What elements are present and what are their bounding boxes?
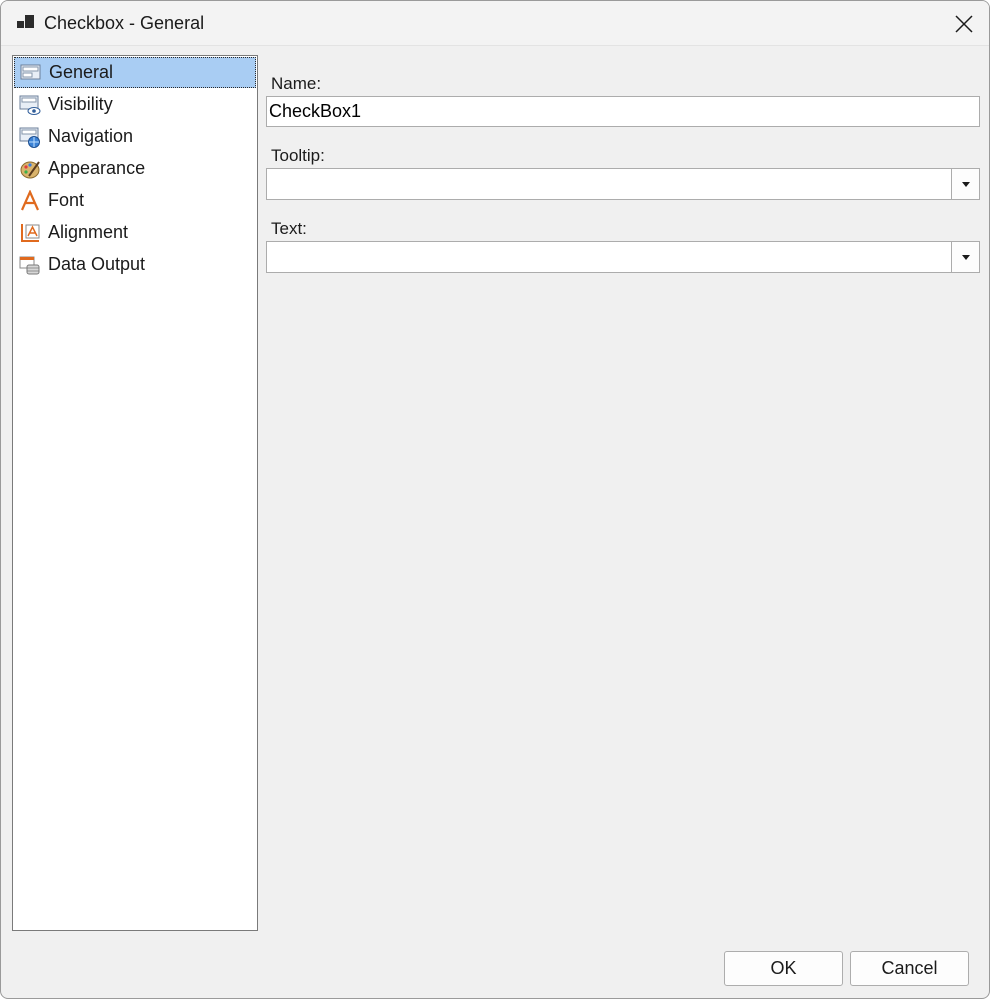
nav-item-label: Alignment <box>48 222 129 242</box>
navigation-icon <box>18 125 42 149</box>
ok-button[interactable]: OK <box>724 951 843 986</box>
name-label: Name: <box>271 74 322 93</box>
chevron-down-icon <box>961 254 970 260</box>
app-icon <box>17 15 34 28</box>
tooltip-dropdown-button[interactable] <box>951 169 979 199</box>
chevron-down-icon <box>961 181 970 187</box>
nav-item-label: Data Output <box>48 254 146 274</box>
nav-item-data-output[interactable]: Data Output <box>14 249 256 280</box>
nav-item-appearance[interactable]: Appearance <box>14 153 256 184</box>
text-combobox[interactable] <box>266 241 980 273</box>
general-icon <box>19 61 43 85</box>
nav-item-label: Visibility <box>48 94 113 114</box>
nav-item-alignment[interactable]: Alignment <box>14 217 256 248</box>
text-input[interactable] <box>267 242 951 272</box>
nav-item-label: Appearance <box>48 158 146 178</box>
title-bar: Checkbox - General <box>1 1 989 46</box>
cancel-button[interactable]: Cancel <box>850 951 969 986</box>
nav-item-label: Navigation <box>48 126 134 146</box>
nav-item-navigation[interactable]: Navigation <box>14 121 256 152</box>
visibility-icon <box>18 93 42 117</box>
alignment-icon <box>18 221 42 245</box>
nav-item-label: Font <box>48 190 85 210</box>
appearance-icon <box>18 157 42 181</box>
tooltip-combobox[interactable] <box>266 168 980 200</box>
font-icon <box>18 189 42 213</box>
nav-item-general[interactable]: General <box>14 57 256 88</box>
nav-item-visibility[interactable]: Visibility <box>14 89 256 120</box>
category-list[interactable]: General Visibility Navigation Appearance… <box>12 55 258 931</box>
tooltip-input[interactable] <box>267 169 951 199</box>
text-dropdown-button[interactable] <box>951 242 979 272</box>
data-output-icon <box>18 253 42 277</box>
window-title: Checkbox - General <box>44 13 205 33</box>
dialog-window: Checkbox - General General Visibility Na… <box>0 0 990 999</box>
name-field[interactable] <box>266 96 980 127</box>
nav-item-label: General <box>49 62 114 82</box>
text-label: Text: <box>271 219 307 238</box>
close-button[interactable] <box>939 1 989 46</box>
tooltip-label: Tooltip: <box>271 146 325 165</box>
close-icon <box>955 14 973 33</box>
nav-item-font[interactable]: Font <box>14 185 256 216</box>
